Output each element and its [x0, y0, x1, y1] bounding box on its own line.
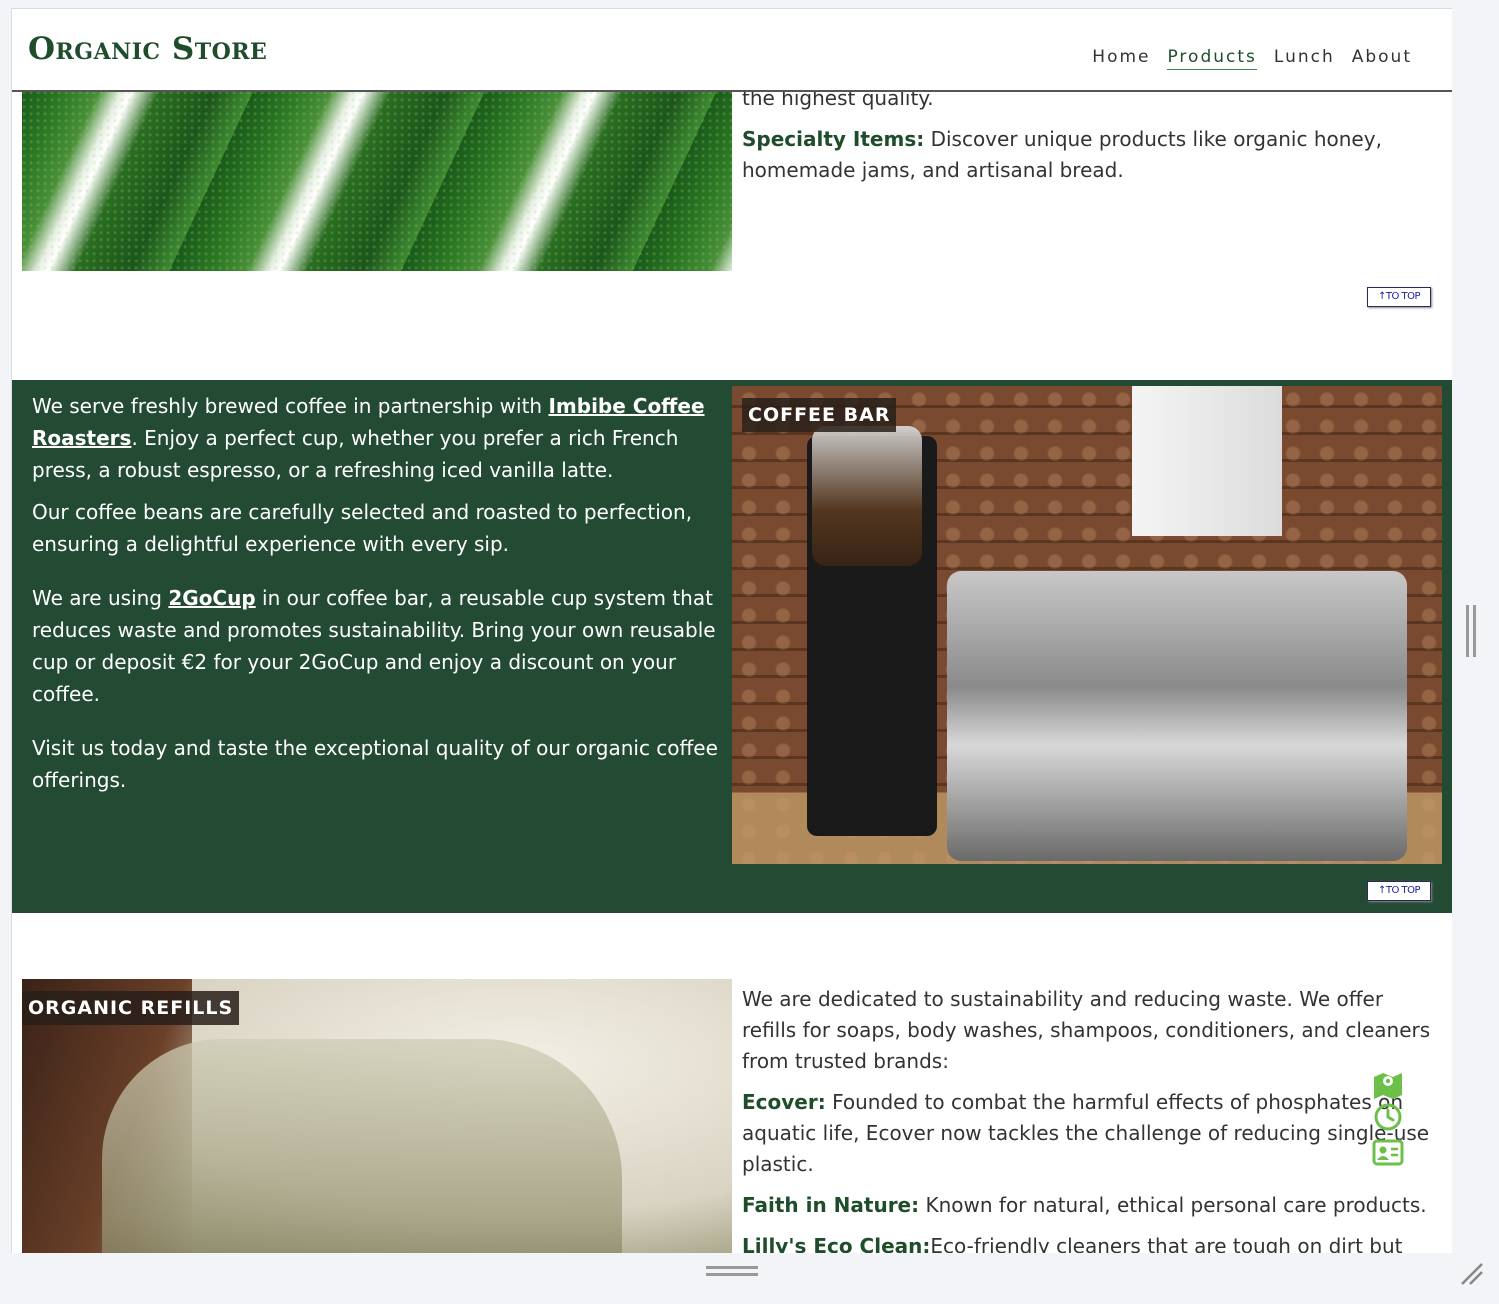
browser-viewport: the highest quality. Specialty Items: Di…	[11, 8, 1452, 1253]
to-top-button-coffee[interactable]: ↑TO TOP	[1367, 881, 1431, 901]
coffee-p3-text: We are using	[32, 586, 169, 610]
horizontal-resize-handle[interactable]	[706, 1266, 758, 1276]
main-nav: Home Products Lunch About	[1092, 47, 1412, 70]
nav-products[interactable]: Products	[1167, 47, 1257, 70]
products-text: the highest quality. Specialty Items: Di…	[742, 83, 1432, 196]
vertical-resize-handle[interactable]	[1466, 605, 1476, 657]
site-header: Organic Store Home Products Lunch About	[12, 9, 1452, 92]
brand-lillys-eco-clean: Lilly's Eco Clean:Eco-friendly cleaners …	[742, 1231, 1432, 1253]
refill-bottle-image: ORGANIC REFILLS	[22, 979, 732, 1253]
resize-corner-icon[interactable]	[1458, 1260, 1486, 1288]
to-top-button[interactable]: ↑TO TOP	[1367, 287, 1431, 307]
contact-card-icon[interactable]	[1371, 1137, 1405, 1167]
nav-home[interactable]: Home	[1092, 47, 1150, 70]
coffee-text: We serve freshly brewed coffee in partne…	[32, 390, 722, 806]
coffee-paragraph-4: Visit us today and taste the exceptional…	[32, 736, 718, 792]
brand-name: Ecover:	[742, 1090, 826, 1114]
nav-about[interactable]: About	[1352, 47, 1412, 70]
brand-faith-in-nature: Faith in Nature: Known for natural, ethi…	[742, 1190, 1432, 1221]
clock-icon[interactable]	[1371, 1102, 1405, 1132]
coffee-bar-badge: COFFEE BAR	[742, 398, 897, 432]
brand-name: Lilly's Eco Clean:	[742, 1234, 931, 1253]
brand-desc: Known for natural, ethical personal care…	[919, 1193, 1427, 1217]
map-icon[interactable]	[1371, 1069, 1405, 1099]
coffee-paragraph-3: We are using 2GoCup in our coffee bar, a…	[32, 582, 722, 710]
refills-intro: We are dedicated to sustainability and r…	[742, 987, 1431, 1073]
coffee-machine-image: COFFEE BAR	[732, 386, 1442, 864]
coffee-paragraph-1: We serve freshly brewed coffee in partne…	[32, 390, 722, 486]
coffee-bar-section: We serve freshly brewed coffee in partne…	[12, 380, 1452, 913]
specialty-items-paragraph: Specialty Items: Discover unique product…	[742, 124, 1432, 186]
2gocup-link[interactable]: 2GoCup	[168, 586, 255, 610]
nav-lunch[interactable]: Lunch	[1274, 47, 1335, 70]
coffee-p1-text: We serve freshly brewed coffee in partne…	[32, 394, 549, 418]
refills-text: We are dedicated to sustainability and r…	[742, 984, 1432, 1253]
organic-refills-badge: ORGANIC REFILLS	[22, 991, 240, 1025]
zucchini-image	[22, 90, 732, 271]
brand-desc: Eco-friendly cleaners that are tough on …	[930, 1234, 1403, 1253]
coffee-paragraph-2: Our coffee beans are carefully selected …	[32, 500, 693, 556]
brand-ecover: Ecover: Founded to combat the harmful ef…	[742, 1087, 1432, 1180]
site-logo[interactable]: Organic Store	[28, 31, 267, 67]
brand-name: Faith in Nature:	[742, 1193, 920, 1217]
brand-desc: Founded to combat the harmful effects of…	[742, 1090, 1430, 1176]
specialty-items-label: Specialty Items:	[742, 127, 925, 151]
